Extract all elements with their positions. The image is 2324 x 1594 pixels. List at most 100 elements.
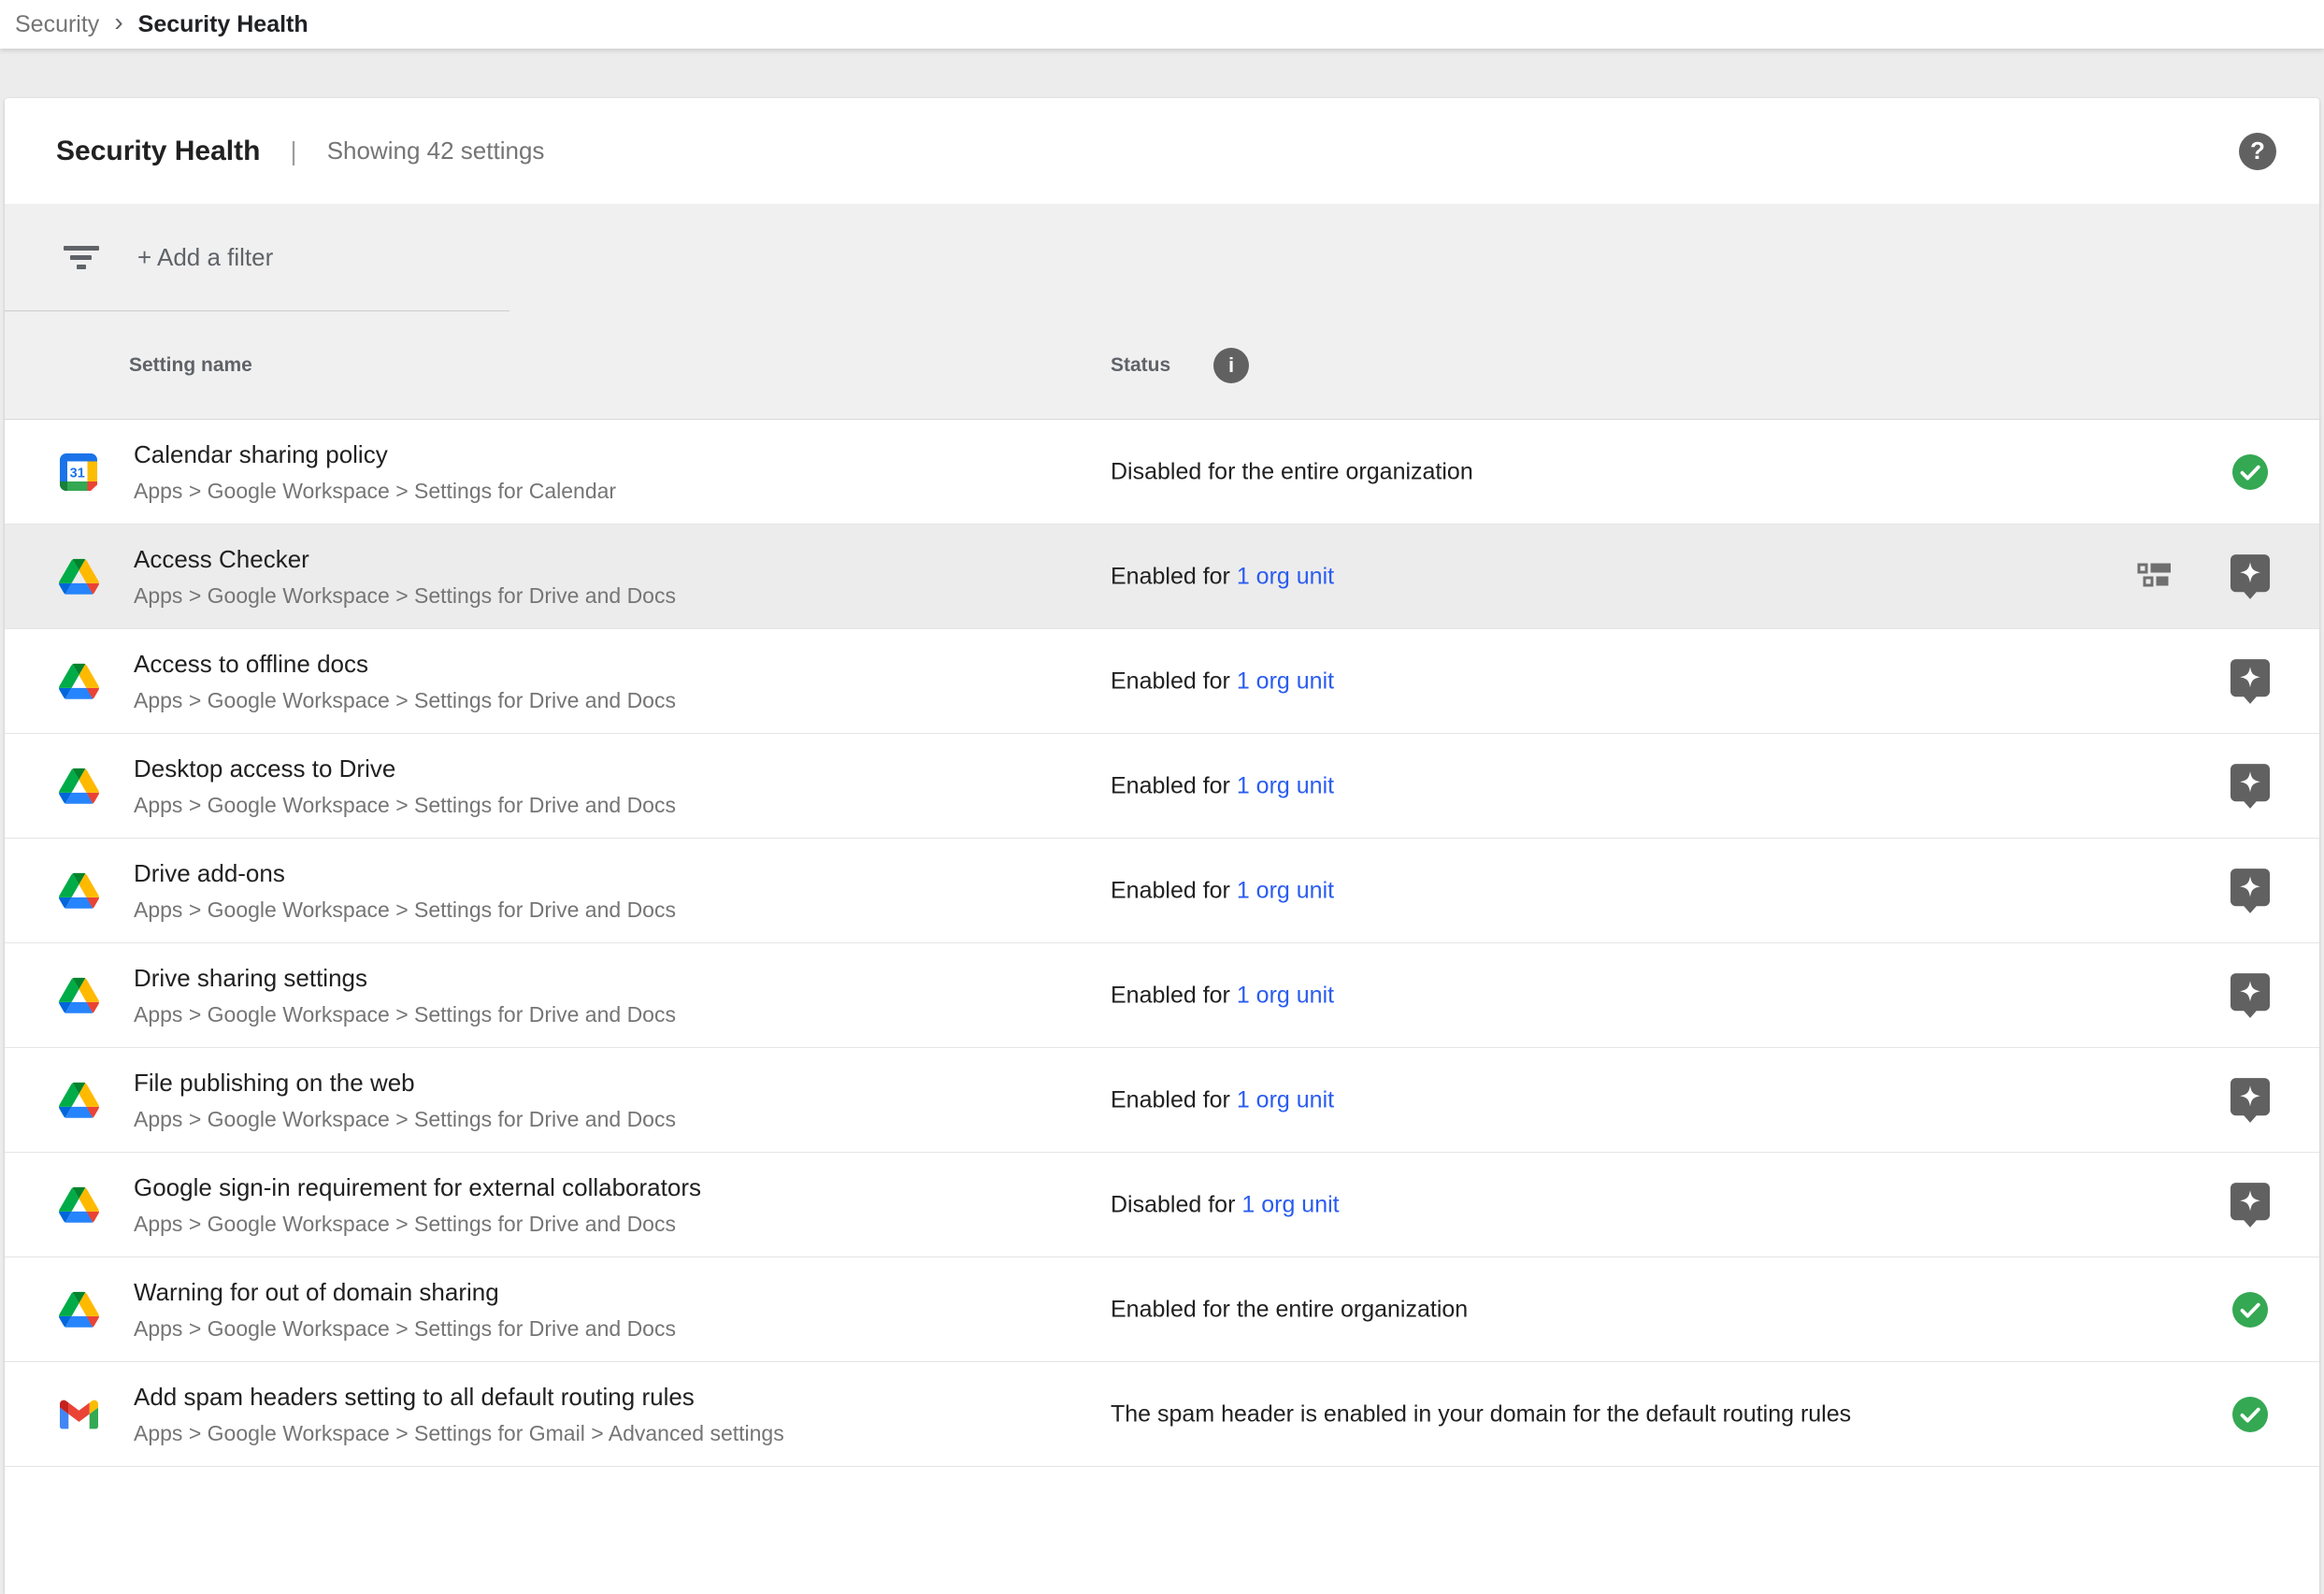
setting-status: Enabled for 1 org unit	[1111, 1086, 1334, 1113]
setting-path: Apps > Google Workspace > Settings for D…	[134, 898, 676, 923]
status-text: Enabled for	[1111, 563, 1237, 589]
table-row[interactable]: Access to offline docsApps > Google Work…	[5, 629, 2319, 734]
calendar-icon: 31	[58, 453, 99, 491]
setting-path: Apps > Google Workspace > Settings for C…	[134, 479, 616, 504]
open-setting-icon[interactable]	[2228, 1182, 2273, 1228]
status-text: Enabled for	[1111, 1086, 1237, 1113]
setting-status: Disabled for the entire organization	[1111, 458, 1473, 485]
org-unit-link[interactable]: 1 org unit	[1237, 772, 1334, 798]
help-icon[interactable]: ?	[2239, 133, 2276, 170]
column-header-status: Status	[1111, 354, 1170, 377]
setting-path: Apps > Google Workspace > Settings for D…	[134, 793, 676, 818]
table-row[interactable]: Drive sharing settingsApps > Google Work…	[5, 943, 2319, 1048]
table-row[interactable]: Access Checker Apps > Google Workspace > …	[5, 524, 2319, 629]
setting-status: Enabled for 1 org unit	[1111, 668, 1334, 695]
page-title: Security Health	[56, 136, 260, 167]
org-unit-link[interactable]: 1 org unit	[1237, 1086, 1334, 1113]
setting-title: Access to offline docs	[134, 650, 676, 679]
setting-path: Apps > Google Workspace > Settings for D…	[134, 1107, 676, 1132]
setting-text: File publishing on the web Apps > Google …	[134, 1069, 676, 1132]
breadcrumb-chevron-icon: ›	[114, 9, 122, 39]
breadcrumb-current: Security Health	[138, 11, 308, 38]
setting-text: Access Checker Apps > Google Workspace > …	[134, 545, 676, 609]
setting-text: Access to offline docsApps > Google Work…	[134, 650, 676, 713]
org-unit-link[interactable]: 1 org unit	[1237, 668, 1334, 694]
setting-status: Enabled for 1 org unit	[1111, 982, 1334, 1009]
table-header: Setting name Status i	[5, 311, 2319, 420]
drive-icon	[58, 1186, 99, 1222]
setting-title: Desktop access to Drive	[134, 754, 676, 783]
open-setting-icon[interactable]	[2228, 658, 2273, 705]
status-ok-icon	[2228, 1396, 2273, 1433]
status-text: The spam header is enabled in your domai…	[1111, 1400, 1851, 1427]
status-text: Enabled for	[1111, 668, 1237, 694]
status-text: Enabled for the entire organization	[1111, 1296, 1468, 1322]
svg-text:31: 31	[70, 466, 85, 481]
table-row[interactable]: Google sign-in requirement for external …	[5, 1153, 2319, 1257]
setting-title: Add spam headers setting to all default …	[134, 1383, 784, 1412]
card-header: Security Health | Showing 42 settings ?	[5, 98, 2319, 204]
setting-text: Calendar sharing policy Apps > Google Wor…	[134, 440, 616, 504]
setting-title: Warning for out of domain sharing	[134, 1278, 676, 1307]
setting-path: Apps > Google Workspace > Settings for D…	[134, 1212, 701, 1237]
status-text: Enabled for	[1111, 877, 1237, 903]
setting-title: Calendar sharing policy	[134, 440, 616, 469]
settings-list: 31 Calendar sharing policy Apps > Google W…	[5, 420, 2319, 1467]
setting-text: Drive sharing settingsApps > Google Work…	[134, 964, 676, 1027]
setting-text: Drive add-ons Apps > Google Workspace > S…	[134, 859, 676, 923]
setting-title: File publishing on the web	[134, 1069, 676, 1098]
status-ok-icon	[2228, 453, 2273, 491]
security-health-card: Security Health | Showing 42 settings ? …	[5, 98, 2319, 1594]
setting-title: Drive add-ons	[134, 859, 676, 888]
setting-title: Access Checker	[134, 545, 676, 574]
gmail-icon	[58, 1400, 99, 1429]
filter-bar: + Add a filter	[5, 204, 2319, 311]
column-header-setting-name: Setting name	[129, 354, 252, 377]
table-row[interactable]: Desktop access to Drive Apps > Google Wor…	[5, 734, 2319, 839]
table-row[interactable]: Drive add-ons Apps > Google Workspace > S…	[5, 839, 2319, 943]
open-setting-icon[interactable]	[2228, 553, 2273, 600]
drive-icon	[58, 872, 99, 908]
table-row[interactable]: File publishing on the web Apps > Google …	[5, 1048, 2319, 1153]
setting-path: Apps > Google Workspace > Settings for D…	[134, 1002, 676, 1027]
breadcrumb-parent-link[interactable]: Security	[15, 11, 99, 38]
page-background: Security Health | Showing 42 settings ? …	[0, 49, 2324, 1453]
filter-icon[interactable]	[63, 244, 100, 272]
table-row[interactable]: Add spam headers setting to all default …	[5, 1362, 2319, 1467]
info-icon[interactable]: i	[1213, 348, 1249, 383]
status-text: Disabled for	[1111, 1191, 1241, 1217]
setting-text: Warning for out of domain sharing Apps > …	[134, 1278, 676, 1342]
open-setting-icon[interactable]	[2228, 1077, 2273, 1124]
status-text: Disabled for the entire organization	[1111, 458, 1473, 484]
open-setting-icon[interactable]	[2228, 763, 2273, 810]
table-row[interactable]: Warning for out of domain sharing Apps > …	[5, 1257, 2319, 1362]
open-setting-icon[interactable]	[2228, 868, 2273, 914]
setting-title: Google sign-in requirement for external …	[134, 1173, 701, 1202]
setting-status: Enabled for 1 org unit	[1111, 877, 1334, 904]
table-row[interactable]: 31 Calendar sharing policy Apps > Google W…	[5, 420, 2319, 524]
org-unit-link[interactable]: 1 org unit	[1241, 1191, 1339, 1217]
setting-text: Google sign-in requirement for external …	[134, 1173, 701, 1237]
drive-icon	[58, 663, 99, 698]
setting-path: Apps > Google Workspace > Settings for D…	[134, 1316, 676, 1342]
title-separator: |	[290, 136, 296, 166]
status-ok-icon	[2228, 1291, 2273, 1328]
org-unit-link[interactable]: 1 org unit	[1237, 563, 1334, 589]
setting-status: The spam header is enabled in your domai…	[1111, 1400, 1851, 1428]
org-unit-mapping-icon	[2137, 562, 2172, 592]
org-unit-link[interactable]: 1 org unit	[1237, 982, 1334, 1008]
breadcrumb: Security › Security Health	[0, 0, 2324, 49]
org-unit-link[interactable]: 1 org unit	[1237, 877, 1334, 903]
setting-text: Desktop access to Drive Apps > Google Wor…	[134, 754, 676, 818]
settings-count: Showing 42 settings	[327, 136, 545, 165]
add-filter-button[interactable]: + Add a filter	[137, 243, 273, 272]
drive-icon	[58, 558, 99, 594]
status-text: Enabled for	[1111, 982, 1237, 1008]
setting-path: Apps > Google Workspace > Settings for D…	[134, 583, 676, 609]
setting-status: Enabled for 1 org unit	[1111, 563, 1334, 590]
setting-status: Enabled for the entire organization	[1111, 1296, 1468, 1323]
open-setting-icon[interactable]	[2228, 972, 2273, 1019]
status-text: Enabled for	[1111, 772, 1237, 798]
drive-icon	[58, 1291, 99, 1327]
setting-path: Apps > Google Workspace > Settings for G…	[134, 1421, 784, 1446]
